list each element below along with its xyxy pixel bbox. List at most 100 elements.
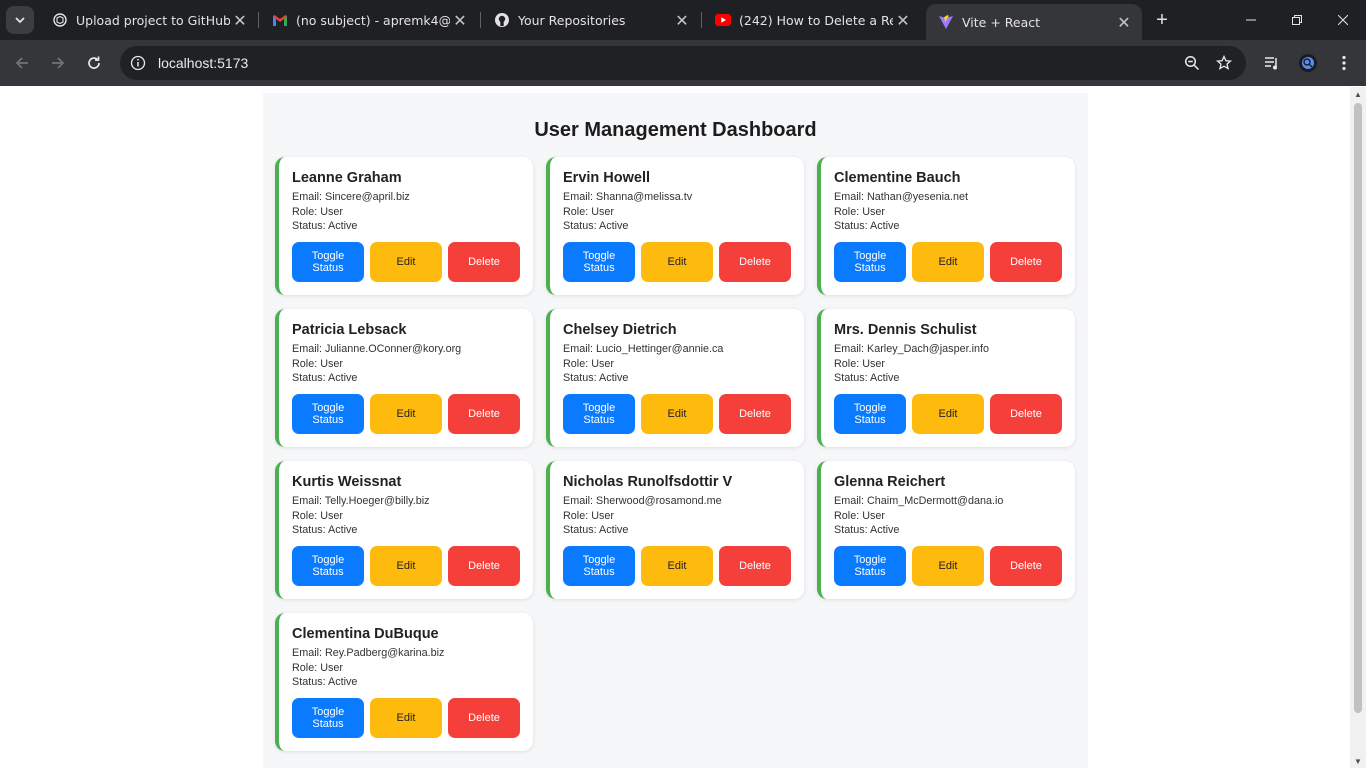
delete-button[interactable]: Delete [448, 393, 520, 434]
delete-button[interactable]: Delete [719, 241, 791, 282]
vite-icon [938, 14, 954, 30]
toggle-status-button[interactable]: Toggle Status [834, 241, 906, 282]
tab-search-button[interactable] [6, 6, 34, 34]
card-actions: Toggle Status Edit Delete [292, 697, 521, 738]
media-controls-icon[interactable] [1258, 49, 1286, 77]
toggle-status-button[interactable]: Toggle Status [292, 697, 364, 738]
site-info-icon[interactable] [126, 51, 150, 75]
card-actions: Toggle Status Edit Delete [834, 393, 1063, 434]
close-icon[interactable]: ✕ [672, 10, 692, 30]
toggle-status-button[interactable]: Toggle Status [563, 393, 635, 434]
card-actions: Toggle Status Edit Delete [292, 545, 521, 586]
toggle-status-button[interactable]: Toggle Status [563, 545, 635, 586]
user-card: Leanne Graham Email: Sincere@april.biz R… [275, 157, 533, 295]
address-bar[interactable]: localhost:5173 [120, 46, 1246, 80]
user-status: Status: Active [292, 676, 358, 688]
vertical-scrollbar[interactable]: ▲ ▼ [1350, 87, 1366, 768]
delete-button[interactable]: Delete [990, 241, 1062, 282]
delete-button[interactable]: Delete [719, 393, 791, 434]
user-role: Role: User [834, 205, 886, 218]
user-status: Status: Active [834, 372, 900, 384]
toggle-status-button[interactable]: Toggle Status [292, 241, 364, 282]
close-icon[interactable]: ✕ [893, 10, 913, 30]
toggle-status-button[interactable]: Toggle Status [292, 393, 364, 434]
edit-button[interactable]: Edit [912, 545, 984, 586]
user-card: Clementina DuBuque Email: Rey.Padberg@ka… [275, 613, 533, 751]
bookmark-star-icon[interactable] [1208, 47, 1240, 79]
delete-button[interactable]: Delete [719, 545, 791, 586]
browser-tab-active[interactable]: Vite + React ✕ [926, 4, 1142, 40]
tab-separator [701, 12, 702, 28]
edit-button[interactable]: Edit [641, 241, 713, 282]
toggle-status-button[interactable]: Toggle Status [292, 545, 364, 586]
tab-separator [258, 12, 259, 28]
back-button[interactable] [8, 49, 36, 77]
minimize-button[interactable] [1228, 0, 1274, 40]
toggle-status-button[interactable]: Toggle Status [834, 393, 906, 434]
delete-button[interactable]: Delete [448, 545, 520, 586]
new-tab-button[interactable]: + [1150, 8, 1174, 32]
kebab-menu-icon[interactable] [1330, 49, 1358, 77]
toggle-status-button[interactable]: Toggle Status [834, 545, 906, 586]
delete-button[interactable]: Delete [448, 697, 520, 738]
user-role: Role: User [834, 357, 886, 370]
delete-button[interactable]: Delete [990, 393, 1062, 434]
close-icon[interactable]: ✕ [230, 10, 250, 30]
user-email: Email: Sherwood@rosamond.me [563, 495, 722, 507]
user-email: Email: Sincere@april.biz [292, 191, 410, 203]
user-name: Mrs. Dennis Schulist [834, 322, 977, 338]
edit-button[interactable]: Edit [370, 545, 442, 586]
close-icon [1338, 15, 1348, 25]
card-actions: Toggle Status Edit Delete [292, 393, 521, 434]
tab-separator [480, 12, 481, 28]
edit-button[interactable]: Edit [912, 393, 984, 434]
user-email: Email: Shanna@melissa.tv [563, 191, 693, 203]
browser-tab[interactable]: (no subject) - apremk4@gm ✕ [260, 0, 478, 40]
edit-button[interactable]: Edit [641, 393, 713, 434]
zoom-icon[interactable] [1176, 47, 1208, 79]
edit-button[interactable]: Edit [370, 241, 442, 282]
browser-tab[interactable]: (242) How to Delete a Repos ✕ [703, 0, 921, 40]
delete-button[interactable]: Delete [448, 241, 520, 282]
card-actions: Toggle Status Edit Delete [563, 545, 792, 586]
delete-button[interactable]: Delete [990, 545, 1062, 586]
close-window-button[interactable] [1320, 0, 1366, 40]
user-name: Ervin Howell [563, 170, 651, 186]
user-card: Chelsey Dietrich Email: Lucio_Hettinger@… [546, 309, 804, 447]
scroll-up-arrow-icon[interactable]: ▲ [1350, 87, 1366, 101]
github-icon [494, 12, 510, 28]
user-card: Ervin Howell Email: Shanna@melissa.tv Ro… [546, 157, 804, 295]
user-card: Glenna Reichert Email: Chaim_McDermott@d… [817, 461, 1075, 599]
toggle-status-button[interactable]: Toggle Status [563, 241, 635, 282]
user-email: Email: Chaim_McDermott@dana.io [834, 495, 1004, 507]
edit-button[interactable]: Edit [912, 241, 984, 282]
browser-tab[interactable]: Your Repositories ✕ [482, 0, 700, 40]
user-status: Status: Active [292, 220, 358, 232]
reload-icon [88, 56, 100, 69]
minimize-icon [1246, 19, 1256, 21]
close-icon[interactable]: ✕ [1114, 12, 1134, 32]
scroll-down-arrow-icon[interactable]: ▼ [1350, 754, 1366, 768]
user-role: Role: User [292, 357, 344, 370]
forward-button[interactable] [44, 49, 72, 77]
user-email: Email: Karley_Dach@jasper.info [834, 343, 989, 355]
edit-button[interactable]: Edit [641, 545, 713, 586]
browser-tab[interactable]: Upload project to GitHub ✕ [40, 0, 258, 40]
user-role: Role: User [563, 357, 615, 370]
user-name: Chelsey Dietrich [563, 322, 677, 338]
restore-button[interactable] [1274, 0, 1320, 40]
profile-avatar-icon[interactable] [1294, 49, 1322, 77]
user-email: Email: Nathan@yesenia.net [834, 191, 968, 203]
user-role: Role: User [563, 509, 615, 522]
user-status: Status: Active [292, 372, 358, 384]
user-card: Clementine Bauch Email: Nathan@yesenia.n… [817, 157, 1075, 295]
card-actions: Toggle Status Edit Delete [292, 241, 521, 282]
edit-button[interactable]: Edit [370, 393, 442, 434]
user-name: Glenna Reichert [834, 474, 946, 490]
reload-button[interactable] [80, 49, 108, 77]
scrollbar-thumb[interactable] [1354, 103, 1362, 713]
url-text[interactable]: localhost:5173 [158, 55, 1176, 71]
edit-button[interactable]: Edit [370, 697, 442, 738]
close-icon[interactable]: ✕ [450, 10, 470, 30]
user-card: Kurtis Weissnat Email: Telly.Hoeger@bill… [275, 461, 533, 599]
